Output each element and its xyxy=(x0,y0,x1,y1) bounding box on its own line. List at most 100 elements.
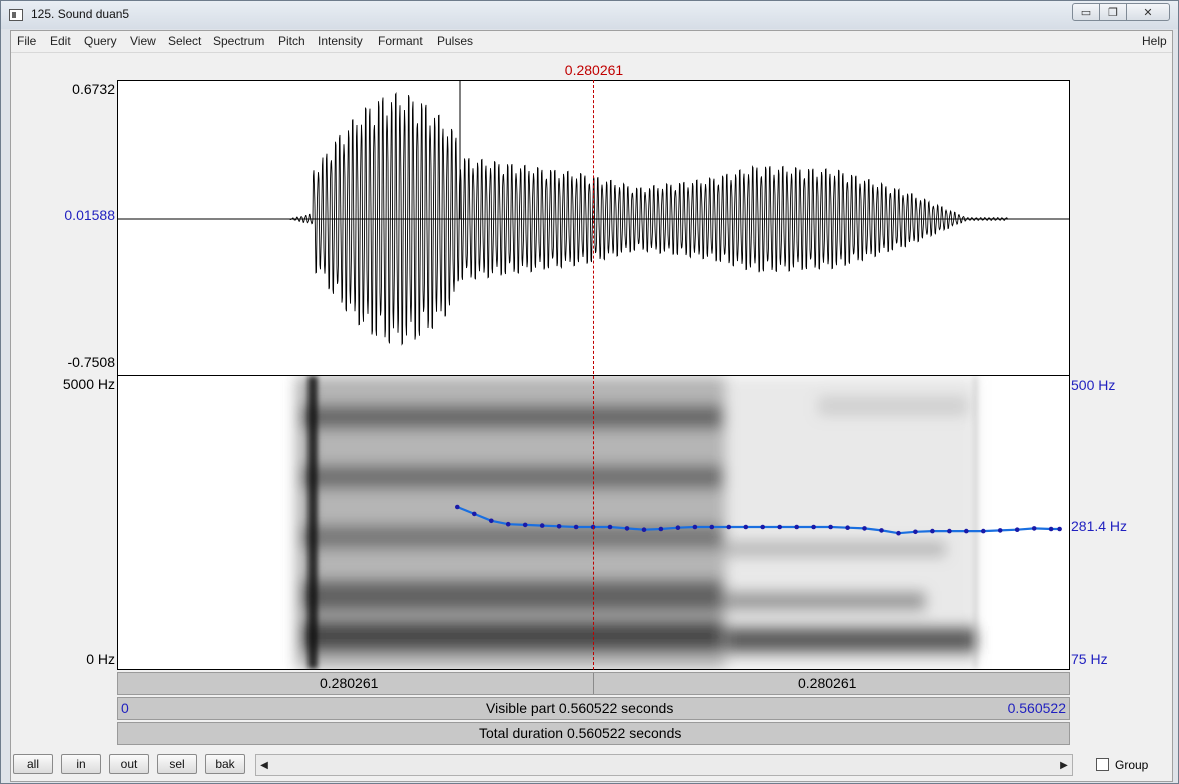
pitch-point xyxy=(913,529,918,535)
menu-help[interactable]: Help xyxy=(1142,34,1167,48)
spectrogram-striation xyxy=(333,376,335,669)
menu-formant[interactable]: Formant xyxy=(378,34,423,48)
title-bar[interactable]: 125. Sound duan5 ▭ ❐ ✕ xyxy=(1,1,1178,29)
visible-part-bar[interactable]: 0 Visible part 0.560522 seconds 0.560522 xyxy=(117,697,1070,720)
zoom-selection-button[interactable]: sel xyxy=(157,754,197,774)
spectrogram-striation xyxy=(613,376,615,669)
spectrogram-striation xyxy=(628,376,630,669)
pitch-point xyxy=(505,521,511,527)
close-button[interactable]: ✕ xyxy=(1126,3,1170,21)
menu-pulses[interactable]: Pulses xyxy=(437,34,473,48)
pitch-point xyxy=(692,524,698,530)
time-cursor-line[interactable] xyxy=(593,80,594,670)
spectrogram-striation xyxy=(723,376,725,669)
total-duration-bar[interactable]: Total duration 0.560522 seconds xyxy=(117,722,1070,745)
spectrogram-striation xyxy=(518,376,520,669)
spectrogram-striation xyxy=(468,376,470,669)
menu-file[interactable]: File xyxy=(17,34,36,48)
spectrogram-striation xyxy=(398,376,400,669)
restore-button[interactable]: ❐ xyxy=(1099,3,1127,21)
spectrogram-striation xyxy=(363,376,365,669)
spectrogram-striation xyxy=(848,376,850,669)
spectrogram-striation xyxy=(913,376,915,669)
spectrogram-striation xyxy=(658,376,660,669)
menu-pitch[interactable]: Pitch xyxy=(278,34,305,48)
pitch-point xyxy=(658,526,664,532)
spectrogram-striation xyxy=(343,376,345,669)
menu-bar: File Edit Query View Select Spectrum Pit… xyxy=(11,31,1172,53)
spectrogram-striation xyxy=(648,376,650,669)
spectrogram-striation xyxy=(523,376,525,669)
menu-edit[interactable]: Edit xyxy=(50,34,71,48)
pitch-point xyxy=(709,524,715,530)
visible-start-time: 0 xyxy=(121,700,129,716)
spectrogram-striation xyxy=(323,376,325,669)
zoom-in-button[interactable]: in xyxy=(61,754,101,774)
spectrogram-striation xyxy=(738,376,740,669)
menu-select[interactable]: Select xyxy=(168,34,201,48)
spectrogram-striation xyxy=(633,376,635,669)
spectrogram-striation xyxy=(888,376,890,669)
zoom-all-button[interactable]: all xyxy=(13,754,53,774)
spectrogram-striation xyxy=(463,376,465,669)
spectrogram-striation xyxy=(348,376,350,669)
spectrogram-striation xyxy=(753,376,755,669)
spectrogram-striation xyxy=(953,376,955,669)
spectrogram-striation xyxy=(893,376,895,669)
spectrogram-striation xyxy=(588,376,590,669)
right-segment-duration: 0.280261 xyxy=(798,675,857,691)
spectrogram-striation xyxy=(903,376,905,669)
pitch-point xyxy=(862,526,867,531)
spectrogram-striation xyxy=(663,376,665,669)
selection-time-bar[interactable]: 0.280261 0.280261 xyxy=(117,672,1070,695)
minimize-button[interactable]: ▭ xyxy=(1072,3,1100,21)
spectrogram-striation xyxy=(768,376,770,669)
pitch-point xyxy=(675,525,681,530)
spectrogram-striation xyxy=(453,376,455,669)
scroll-left-arrow-icon[interactable]: ◀ xyxy=(256,755,272,775)
pitch-point xyxy=(556,524,562,529)
pitch-point xyxy=(964,528,969,534)
cursor-time-label: 0.280261 xyxy=(564,62,624,78)
menu-query[interactable]: Query xyxy=(84,34,117,48)
spectrogram-onset-burst xyxy=(308,376,318,669)
window-controls: ▭ ❐ ✕ xyxy=(1072,3,1170,23)
menu-intensity[interactable]: Intensity xyxy=(318,34,363,48)
spectrogram-striation xyxy=(438,376,440,669)
menu-view[interactable]: View xyxy=(130,34,156,48)
zoom-back-button[interactable]: bak xyxy=(205,754,245,774)
pitch-max-label: 500 Hz xyxy=(1071,377,1116,393)
spectrogram-striation xyxy=(578,376,580,669)
zoom-out-button[interactable]: out xyxy=(109,754,149,774)
spectrogram-striation xyxy=(413,376,415,669)
spectrogram-striation xyxy=(843,376,845,669)
spectrogram-striation xyxy=(688,376,690,669)
spectrogram-striation xyxy=(943,376,945,669)
pitch-point xyxy=(455,504,460,510)
pitch-point xyxy=(641,527,647,532)
spectrogram-striation xyxy=(933,376,935,669)
pitch-point xyxy=(522,522,528,528)
pitch-point xyxy=(828,524,833,530)
spectrogram-striation xyxy=(678,376,680,669)
menu-spectrum[interactable]: Spectrum xyxy=(213,34,264,48)
spectrogram-striation xyxy=(543,376,545,669)
pitch-point xyxy=(777,524,782,530)
pitch-point xyxy=(472,511,477,517)
spectrogram-striation xyxy=(698,376,700,669)
time-bar-divider xyxy=(593,673,594,694)
bottom-toolbar: all in out sel bak ◀ ▶ Group xyxy=(11,751,1172,781)
spectrogram-striation xyxy=(378,376,380,669)
horizontal-scrollbar[interactable]: ◀ ▶ xyxy=(255,754,1073,776)
spectrogram-striation xyxy=(708,376,710,669)
group-checkbox[interactable] xyxy=(1096,758,1109,771)
spectrogram-striation xyxy=(793,376,795,669)
spectrogram-striation xyxy=(908,376,910,669)
spectrogram-striation xyxy=(653,376,655,669)
spectrogram-min-freq-label: 0 Hz xyxy=(86,651,115,667)
spectrogram-striation xyxy=(458,376,460,669)
scroll-right-arrow-icon[interactable]: ▶ xyxy=(1056,755,1072,775)
spectrogram-striation xyxy=(408,376,410,669)
spectrogram-end-edge xyxy=(974,376,977,669)
pitch-point xyxy=(896,530,901,536)
